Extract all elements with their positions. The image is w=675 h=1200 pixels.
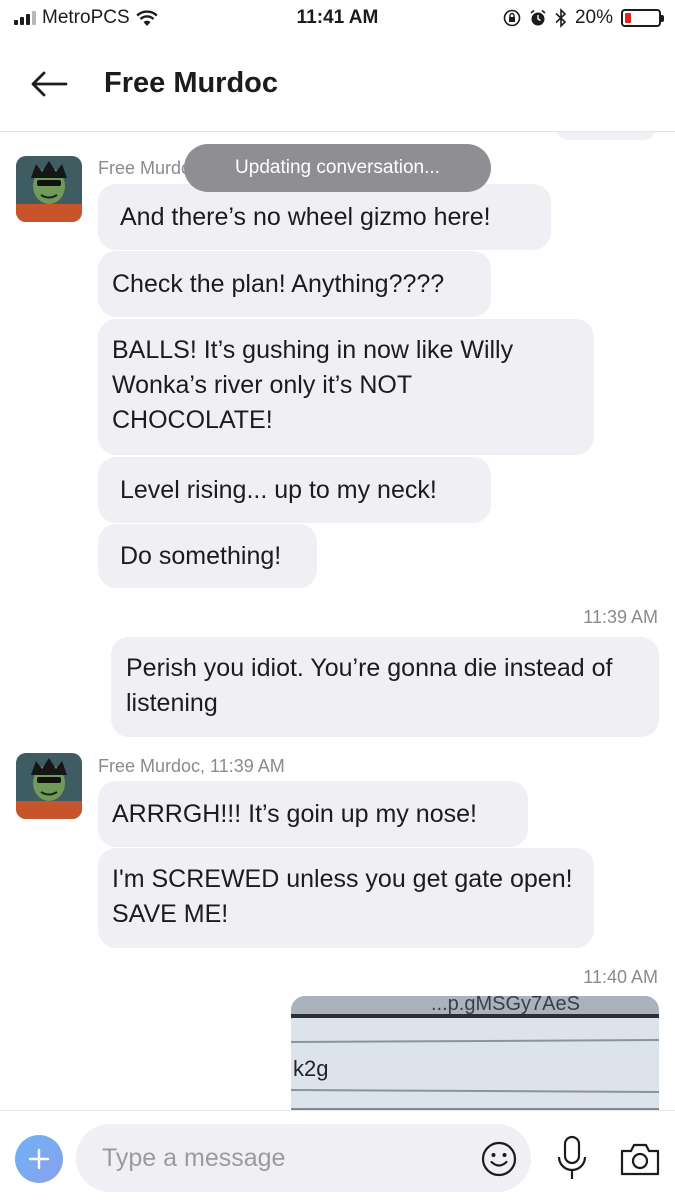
- status-bar: MetroPCS 11:41 AM 20%: [0, 0, 675, 36]
- message-bubble[interactable]: I'm SCREWED unless you get gate open! SA…: [98, 848, 594, 948]
- battery-icon: [621, 9, 664, 27]
- message-timestamp: 11:39 AM: [583, 607, 658, 627]
- updating-toast: Updating conversation...: [184, 144, 491, 192]
- message-bubble[interactable]: Check the plan! Anything????: [98, 251, 491, 317]
- rotation-lock-icon: [503, 9, 521, 27]
- microphone-icon[interactable]: [556, 1135, 588, 1181]
- status-left: MetroPCS: [14, 7, 158, 29]
- message-bubble[interactable]: BALLS! It’s gushing in now like Willy Wo…: [98, 319, 594, 455]
- outgoing-message-bubble[interactable]: Perish you idiot. You’re gonna die inste…: [111, 637, 659, 737]
- back-arrow-icon: [31, 71, 68, 96]
- emoji-icon[interactable]: [481, 1141, 517, 1177]
- battery-percent: 20%: [574, 7, 613, 28]
- photo-message[interactable]: ...p.gMSGy7AeS k2g: [291, 996, 659, 1110]
- message-bubble[interactable]: Do something!: [98, 524, 317, 588]
- message-bubble[interactable]: ARRRGH!!! It’s goin up my nose!: [98, 781, 528, 847]
- message-bubble[interactable]: Level rising... up to my neck!: [98, 457, 491, 523]
- bluetooth-icon: [555, 8, 567, 28]
- wifi-icon: [136, 9, 158, 26]
- avatar[interactable]: [16, 156, 82, 222]
- status-right: 20%: [503, 7, 664, 29]
- message-bubble[interactable]: And there’s no wheel gizmo here!: [98, 184, 551, 250]
- camera-icon[interactable]: [619, 1141, 661, 1177]
- sender-label: Free Murdoc, 11:39 AM: [98, 756, 285, 776]
- message-timestamp: 11:40 AM: [583, 967, 658, 987]
- battery-level: [625, 13, 632, 23]
- signal-icon: [14, 11, 36, 25]
- back-button[interactable]: [14, 54, 84, 114]
- page-title: Free Murdoc: [104, 67, 279, 99]
- message-list[interactable]: Updating conversation... Free Murdoc And…: [0, 132, 675, 1110]
- avatar[interactable]: [16, 753, 82, 819]
- add-attachment-button[interactable]: [15, 1135, 63, 1183]
- message-input[interactable]: [76, 1124, 531, 1192]
- alarm-icon: [530, 9, 546, 26]
- photo-top-text: ...p.gMSGy7AeS: [431, 996, 580, 1015]
- add-icon: [28, 1148, 50, 1170]
- conversation-header: Free Murdoc: [0, 36, 675, 132]
- carrier-label: MetroPCS: [42, 7, 130, 28]
- previous-message-bubble: [555, 132, 657, 140]
- message-composer: [0, 1110, 675, 1200]
- photo-label-text: k2g: [293, 1056, 328, 1081]
